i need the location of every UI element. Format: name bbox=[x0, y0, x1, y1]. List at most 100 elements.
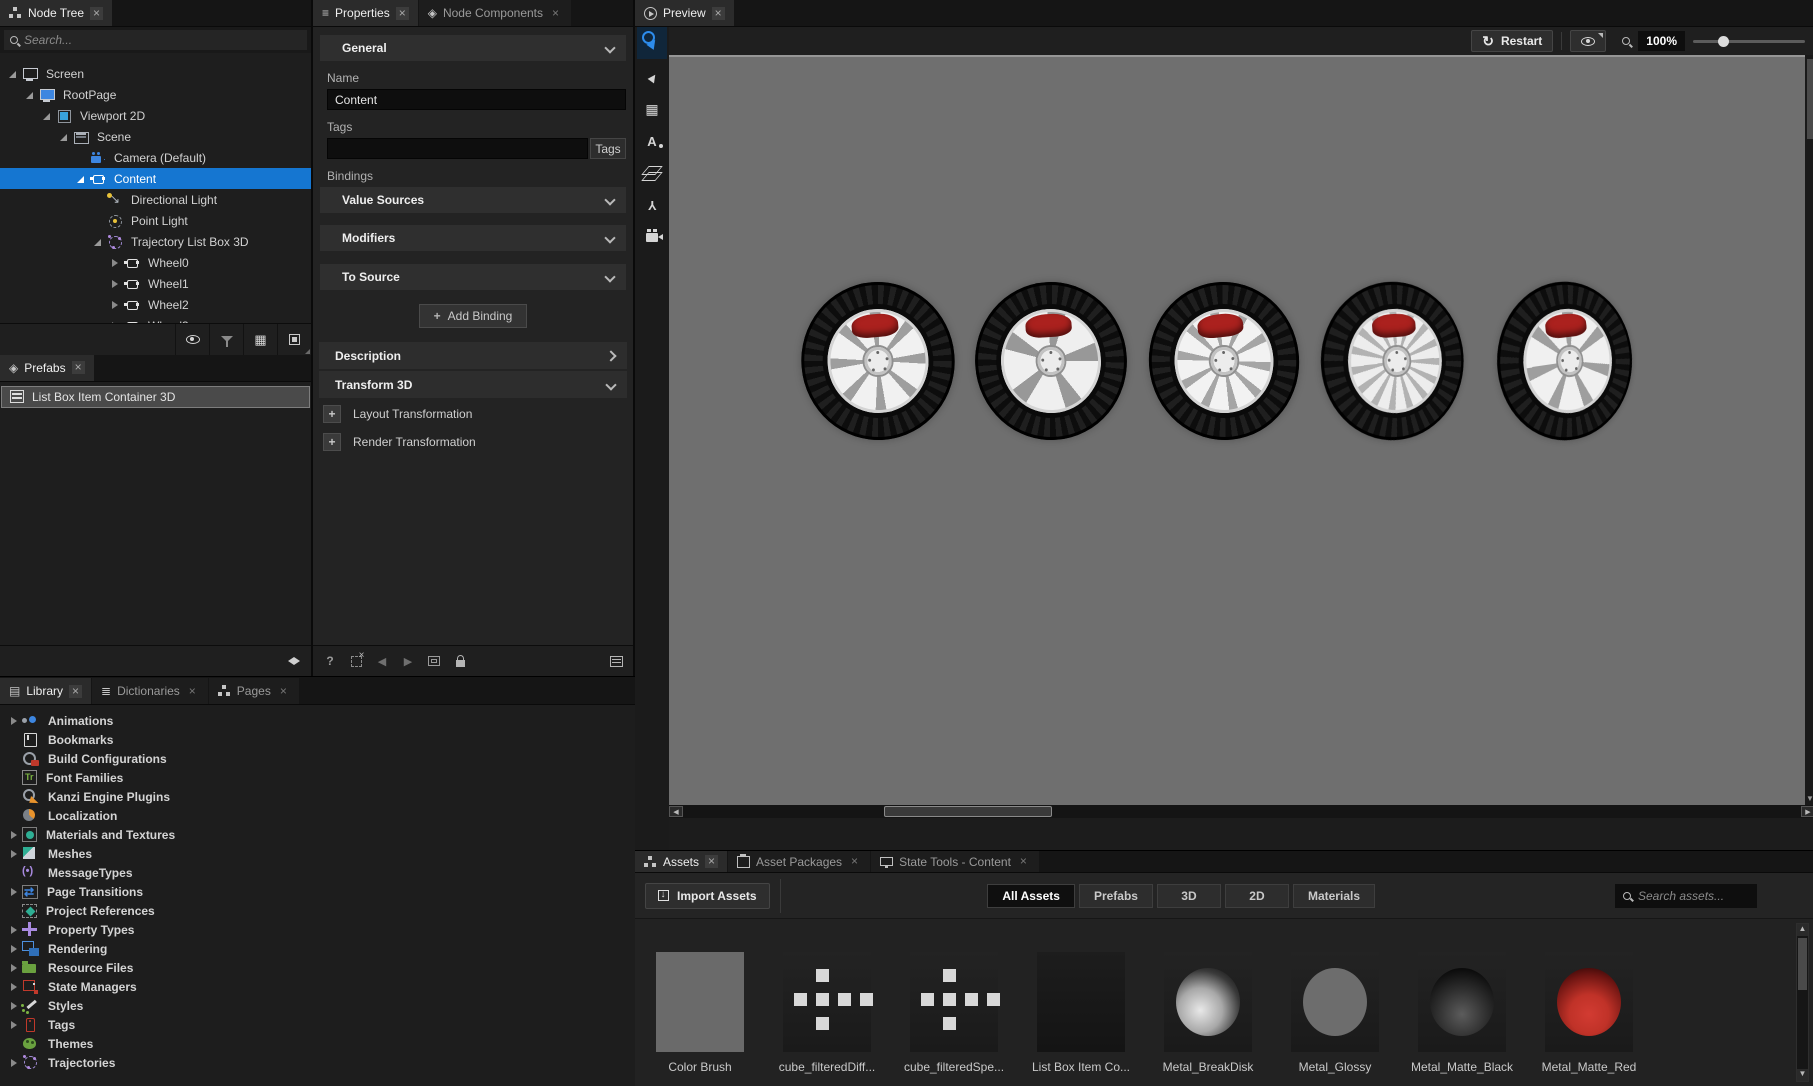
expand-plus-icon[interactable]: + bbox=[323, 433, 341, 451]
close-icon[interactable]: × bbox=[396, 7, 409, 20]
tab-library[interactable]: ▤ Library × bbox=[0, 678, 91, 704]
library-item-resource-files[interactable]: Resource Files bbox=[0, 958, 635, 977]
tree-item-viewport-2d[interactable]: Viewport 2D bbox=[0, 105, 311, 126]
frame-selection-button[interactable] bbox=[423, 650, 445, 672]
close-icon[interactable]: × bbox=[705, 855, 718, 868]
tab-dictionaries[interactable]: ≣ Dictionaries × bbox=[92, 678, 208, 704]
tree-item-content[interactable]: Content bbox=[0, 168, 311, 189]
scroll-down-arrow[interactable]: ▼ bbox=[1806, 794, 1813, 803]
scroll-down-arrow[interactable]: ▼ bbox=[1797, 1069, 1808, 1081]
library-item-styles[interactable]: Styles bbox=[0, 996, 635, 1015]
interact-tool-button[interactable]: ► bbox=[637, 27, 667, 59]
grid-view-button[interactable]: ▦ bbox=[243, 324, 277, 355]
tree-item-scene[interactable]: Scene bbox=[0, 126, 311, 147]
library-item-tags[interactable]: Tags bbox=[0, 1015, 635, 1034]
layout-transformation-row[interactable]: + Layout Transformation bbox=[313, 401, 633, 426]
expander-icon[interactable] bbox=[9, 983, 17, 991]
library-item-meshes[interactable]: Meshes bbox=[0, 844, 635, 863]
preview-vertical-scrollbar[interactable]: ▼ bbox=[1805, 55, 1813, 805]
expander-icon[interactable] bbox=[110, 259, 118, 267]
preview-viewport[interactable] bbox=[669, 55, 1805, 805]
section-description[interactable]: Description bbox=[319, 342, 627, 369]
library-item-rendering[interactable]: Rendering bbox=[0, 939, 635, 958]
tree-item-wheel2[interactable]: Wheel2 bbox=[0, 294, 311, 315]
toggle-visibility-button[interactable] bbox=[175, 324, 209, 355]
library-item-page-transitions[interactable]: Page Transitions bbox=[0, 882, 635, 901]
library-item-themes[interactable]: Themes bbox=[0, 1034, 635, 1053]
import-assets-button[interactable]: Import Assets bbox=[645, 883, 770, 909]
close-icon[interactable]: × bbox=[848, 855, 861, 868]
expander-icon[interactable] bbox=[76, 175, 84, 183]
wheel-3d-2[interactable] bbox=[1141, 275, 1307, 448]
scrollbar-thumb[interactable] bbox=[1807, 59, 1813, 139]
add-binding-button[interactable]: + Add Binding bbox=[419, 304, 528, 328]
scroll-right-arrow[interactable]: ▶ bbox=[1801, 806, 1813, 817]
expander-icon[interactable] bbox=[110, 322, 118, 323]
close-icon[interactable]: × bbox=[1017, 855, 1030, 868]
visualization-button[interactable] bbox=[1570, 30, 1606, 52]
expander-icon[interactable] bbox=[9, 1059, 17, 1067]
zoom-slider[interactable] bbox=[1693, 40, 1805, 43]
close-icon[interactable]: × bbox=[72, 361, 85, 374]
expander-icon[interactable] bbox=[9, 717, 17, 725]
tab-properties[interactable]: ≡ Properties × bbox=[313, 0, 418, 26]
tab-node-components[interactable]: ◈ Node Components × bbox=[419, 0, 571, 26]
wheel-3d-1[interactable] bbox=[970, 277, 1132, 445]
tab-node-tree[interactable]: Node Tree × bbox=[0, 0, 112, 26]
lock-button[interactable] bbox=[449, 650, 471, 672]
scrollbar-thumb[interactable] bbox=[1798, 938, 1807, 990]
wheel-3d-4[interactable] bbox=[1488, 279, 1639, 456]
assets-vertical-scrollbar[interactable]: ▲ ▼ bbox=[1796, 923, 1809, 1082]
expander-icon[interactable] bbox=[110, 280, 118, 288]
tree-item-wheel0[interactable]: Wheel0 bbox=[0, 252, 311, 273]
node-tree-search-input[interactable]: Search... bbox=[4, 30, 307, 50]
library-item-trajectories[interactable]: Trajectories bbox=[0, 1053, 635, 1072]
section-to-source[interactable]: To Source bbox=[320, 264, 626, 290]
layers-tool-button[interactable] bbox=[637, 159, 667, 187]
tree-item-camera[interactable]: Camera (Default) bbox=[0, 147, 311, 168]
library-item-animations[interactable]: Animations bbox=[0, 711, 635, 730]
expander-icon[interactable] bbox=[9, 850, 17, 858]
asset-item-metal-matte-red[interactable]: Metal_Matte_Red bbox=[1545, 952, 1633, 1074]
library-item-state-managers[interactable]: State Managers bbox=[0, 977, 635, 996]
close-icon[interactable]: × bbox=[186, 685, 199, 698]
scrollbar-thumb[interactable] bbox=[884, 806, 1052, 817]
tab-assets[interactable]: Assets × bbox=[635, 851, 727, 872]
tree-item-point-light[interactable]: Point Light bbox=[0, 210, 311, 231]
text-debug-tool-button[interactable]: A bbox=[637, 127, 667, 155]
restart-button[interactable]: ↻ Restart bbox=[1471, 30, 1553, 52]
close-icon[interactable]: × bbox=[90, 7, 103, 20]
library-item-kanzi-engine-plugins[interactable]: Kanzi Engine Plugins bbox=[0, 787, 635, 806]
asset-item-cube-filtered-diff[interactable]: cube_filteredDiff... bbox=[783, 952, 871, 1074]
tags-button[interactable]: Tags bbox=[590, 138, 626, 159]
help-button[interactable]: ? bbox=[319, 650, 341, 672]
expand-plus-icon[interactable]: + bbox=[323, 405, 341, 423]
preview-horizontal-scrollbar[interactable]: ◀ ▶ bbox=[669, 805, 1813, 818]
tree-item-screen[interactable]: Screen bbox=[0, 63, 311, 84]
grid-tool-button[interactable]: ▦ bbox=[637, 95, 667, 123]
tree-item-directional-light[interactable]: Directional Light bbox=[0, 189, 311, 210]
asset-item-color-brush[interactable]: Color Brush bbox=[656, 952, 744, 1074]
tab-state-tools[interactable]: State Tools - Content × bbox=[871, 851, 1039, 872]
library-item-property-types[interactable]: Property Types bbox=[0, 920, 635, 939]
close-icon[interactable]: × bbox=[712, 7, 725, 20]
library-item-font-families[interactable]: Font Families bbox=[0, 768, 635, 787]
previous-button[interactable]: ◀ bbox=[371, 650, 393, 672]
scroll-up-arrow[interactable]: ▲ bbox=[1797, 924, 1808, 936]
scrollbar-track[interactable] bbox=[683, 806, 1801, 817]
tree-item-wheel1[interactable]: Wheel1 bbox=[0, 273, 311, 294]
section-value-sources[interactable]: Value Sources bbox=[320, 187, 626, 213]
expander-icon[interactable] bbox=[59, 133, 67, 141]
expander-icon[interactable] bbox=[110, 301, 118, 309]
render-transformation-row[interactable]: + Render Transformation bbox=[313, 429, 633, 454]
close-icon[interactable]: × bbox=[549, 7, 562, 20]
section-general[interactable]: General bbox=[320, 35, 626, 61]
expander-icon[interactable] bbox=[9, 945, 17, 953]
tab-prefabs[interactable]: ◈ Prefabs × bbox=[0, 355, 94, 381]
filter-prefabs[interactable]: Prefabs bbox=[1079, 884, 1153, 908]
tab-pages[interactable]: Pages × bbox=[209, 678, 299, 704]
filter-materials[interactable]: Materials bbox=[1293, 884, 1375, 908]
asset-item-metal-breakdisk[interactable]: Metal_BreakDisk bbox=[1164, 952, 1252, 1074]
camera-tool-button[interactable] bbox=[637, 223, 667, 251]
asset-item-metal-glossy[interactable]: Metal_Glossy bbox=[1291, 952, 1379, 1074]
